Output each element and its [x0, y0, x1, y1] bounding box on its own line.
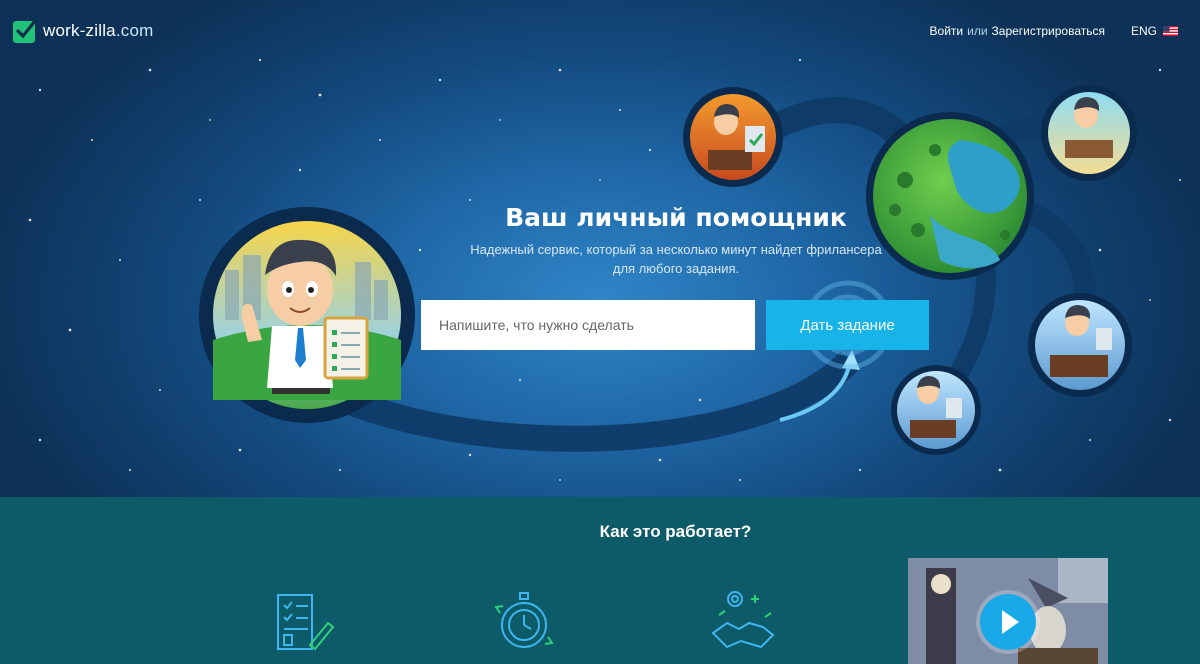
us-flag-icon: [1163, 26, 1178, 36]
checklist-document-icon: [277, 594, 335, 651]
how-it-works-section: Как это работает?: [0, 497, 1200, 664]
register-link[interactable]: Зарегистрироваться: [992, 24, 1105, 38]
submit-task-button[interactable]: Дать задание: [766, 300, 929, 350]
stopwatch-icon: [494, 592, 554, 648]
top-navigation: work-zilla.com Войти или Зарегистрироват…: [0, 0, 1200, 62]
auth-links: Войти или Зарегистрироваться: [930, 24, 1105, 38]
hero-subtitle: Надежный сервис, который за несколько ми…: [470, 242, 882, 276]
checkmark-logo-icon: [13, 19, 37, 43]
task-input[interactable]: [421, 300, 755, 350]
video-preview[interactable]: [908, 558, 1108, 664]
hero-section: work-zilla.com Войти или Зарегистрироват…: [0, 0, 1200, 497]
hero-title: Ваш личный помощник: [505, 203, 847, 232]
login-link[interactable]: Войти: [930, 24, 964, 38]
play-icon[interactable]: [980, 594, 1036, 650]
how-it-works-title: Как это работает?: [599, 522, 752, 541]
handshake-icon: [711, 591, 775, 649]
site-logo[interactable]: work-zilla.com: [12, 18, 153, 44]
or-separator: или: [967, 24, 988, 38]
language-switcher[interactable]: ENG: [1131, 24, 1178, 38]
logo-text: work-zilla.com: [43, 21, 154, 40]
language-label: ENG: [1130, 24, 1157, 38]
